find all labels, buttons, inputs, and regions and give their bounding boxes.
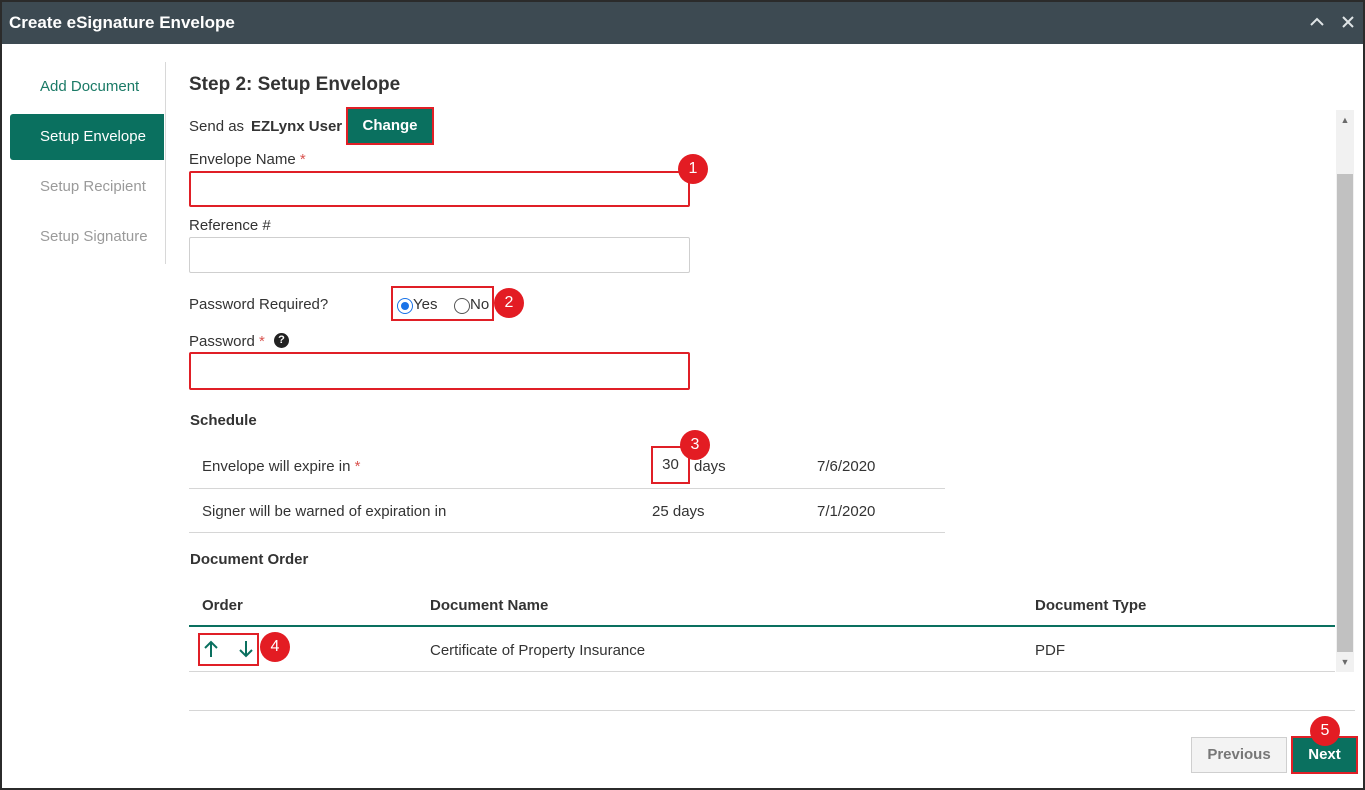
password-required-yes-label[interactable]: Yes <box>413 296 437 313</box>
sidebar-item-setup-recipient[interactable]: Setup Recipient <box>10 164 164 210</box>
warn-label: Signer will be warned of expiration in <box>202 503 447 520</box>
password-required-yes-radio[interactable] <box>397 298 413 314</box>
password-required-radio-group: Yes No <box>391 286 494 321</box>
footer-divider <box>189 710 1355 711</box>
column-header-document-type: Document Type <box>1035 597 1147 614</box>
arrow-up-icon[interactable] <box>203 639 219 664</box>
document-order-heading: Document Order <box>190 551 309 568</box>
scroll-down-icon[interactable]: ▼ <box>1336 654 1354 670</box>
sidebar-item-add-document[interactable]: Add Document <box>10 64 164 110</box>
question-circle-icon[interactable]: ? <box>274 333 289 348</box>
envelope-name-input[interactable] <box>189 171 690 207</box>
table-header-divider <box>189 625 1335 627</box>
scrollbar[interactable]: ▲ ▼ <box>1336 110 1354 672</box>
password-required-label: Password Required? <box>189 296 329 313</box>
previous-button[interactable]: Previous <box>1191 737 1287 773</box>
document-type-cell: PDF <box>1035 642 1065 659</box>
annotation-badge-3: 3 <box>680 430 710 460</box>
dialog-title: Create eSignature Envelope <box>9 13 235 32</box>
esignature-dialog: Create eSignature Envelope Add Document … <box>0 0 1365 790</box>
document-name-cell: Certificate of Property Insurance <box>430 642 646 659</box>
schedule-heading: Schedule <box>190 412 257 429</box>
sidebar-item-setup-envelope[interactable]: Setup Envelope <box>10 114 164 160</box>
column-header-document-name: Document Name <box>430 597 549 614</box>
annotation-badge-2: 2 <box>494 288 524 318</box>
divider <box>189 671 1335 672</box>
password-label-text: Password <box>189 333 255 350</box>
scroll-up-icon[interactable]: ▲ <box>1336 112 1354 128</box>
warn-date: 7/1/2020 <box>817 503 876 520</box>
required-mark: * <box>299 151 306 168</box>
annotation-badge-4: 4 <box>260 632 290 662</box>
annotation-badge-5: 5 <box>1310 716 1340 746</box>
expire-date: 7/6/2020 <box>817 458 876 475</box>
warn-days: 25 days <box>652 503 705 520</box>
envelope-name-label-text: Envelope Name <box>189 151 296 168</box>
wizard-steps-sidebar: Add Document Setup Envelope Setup Recipi… <box>10 62 166 264</box>
required-mark: * <box>354 458 361 475</box>
order-controls <box>198 633 259 666</box>
sidebar-item-setup-signature[interactable]: Setup Signature <box>10 214 164 260</box>
chevron-up-icon[interactable] <box>1308 14 1326 32</box>
change-sender-button[interactable]: Change <box>346 107 434 145</box>
required-mark: * <box>259 333 265 350</box>
send-as-user: EZLynx User <box>251 118 343 135</box>
password-required-no-label[interactable]: No <box>470 296 489 313</box>
column-header-order: Order <box>202 597 243 614</box>
divider <box>189 532 945 533</box>
annotation-badge-1: 1 <box>678 154 708 184</box>
send-as-label: Send as <box>189 118 245 135</box>
close-icon[interactable] <box>1339 14 1357 32</box>
scrollbar-thumb[interactable] <box>1337 174 1353 652</box>
expire-unit: days <box>694 458 726 475</box>
envelope-name-label: Envelope Name * <box>189 151 306 168</box>
step-title: Step 2: Setup Envelope <box>189 74 401 95</box>
reference-input[interactable] <box>189 237 690 273</box>
expire-label-text: Envelope will expire in <box>202 458 351 475</box>
reference-label: Reference # <box>189 217 271 234</box>
dialog-titlebar: Create eSignature Envelope <box>2 2 1363 44</box>
expire-label: Envelope will expire in * <box>202 458 360 475</box>
divider <box>189 488 945 489</box>
password-input[interactable] <box>189 352 690 390</box>
password-label: Password * <box>189 333 265 350</box>
arrow-down-icon[interactable] <box>238 639 254 664</box>
password-required-no-radio[interactable] <box>454 298 470 314</box>
